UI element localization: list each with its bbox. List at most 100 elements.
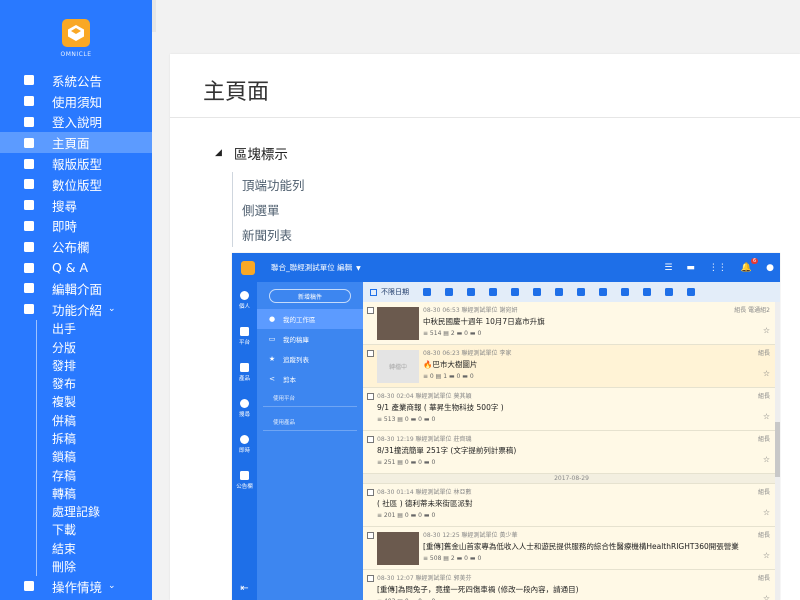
row-role-tag: 組長 [757,393,770,400]
sidebar-item-3[interactable]: 主頁面 [0,132,152,154]
pen-icon [22,281,36,295]
apps-icon: ⋮⋮ [708,262,727,273]
row-meta: 08-30 06:23 聯經測試單位 李家 [423,350,512,357]
submenu-item-10[interactable]: 處理記錄 [37,503,152,521]
app-toolbar: 不限日期 [363,282,780,302]
list-item: 08-30 02:04 聯經測試單位 莫其穎 9/1 產業商報 ( 華昇生物科技 … [363,388,780,431]
submenu-item-7[interactable]: 鎖稿 [37,448,152,466]
rail-item-platform: 平台 [232,318,257,354]
submenu-item-6[interactable]: 拆稿 [37,429,152,447]
top-bar [152,0,800,32]
sidebar-item-11[interactable]: 功能介紹 ⌄ [0,299,152,320]
app-rail: 個人 平台 產品 搜尋 即時 公告欄 ⇤ [232,282,257,600]
row-meta: 08-30 12:25 聯經測試單位 黃少華 [423,532,518,539]
submenu-item-5[interactable]: 併稿 [37,411,152,429]
calendar-icon [370,288,377,296]
unit-selector: 聯合_聯經測試單位 編輯 ▼ [271,263,361,272]
sidebar-item-2[interactable]: 登入說明 [0,112,152,133]
app-screenshot: 聯合_聯經測試單位 編輯 ▼ ☰ ▬ ⋮⋮ 🔔 6 ● 個人 平台 產品 搜尋 即時… [232,253,780,600]
submenu-item-9[interactable]: 轉稿 [37,484,152,502]
calendar-icon [22,261,36,275]
row-role-tag: 組長 [757,350,770,357]
star-icon: ★ [268,355,276,363]
sidebar-item-1[interactable]: 使用須知 [0,91,152,112]
rail-item-personal: 個人 [232,282,257,318]
panel-section-product: 使用產品 [263,413,357,431]
sidebar-item-8[interactable]: 公布欄 [0,236,152,257]
sidebar-item-label: 功能介紹 [52,302,103,318]
brand-logo[interactable]: OMNICLE [0,0,152,70]
login-icon [22,115,36,129]
star-icon: ☆ [762,594,770,600]
info-icon [22,94,36,108]
app-side-panel: 新增稿件 ● 我的工作區 ▭ 我的稿庫 ★ 追蹤列表 < 剪本 使用平台 使用產品 [257,282,363,600]
row-checkbox [367,393,374,400]
notification-badge: 6 [750,257,759,264]
upload-icon [533,288,541,296]
submenu-item-11[interactable]: 下載 [37,521,152,539]
sidebar-item-label: 登入說明 [52,115,103,131]
main-content: 主頁面 ◢ 區塊標示 頂端功能列 側選單 新聞列表 聯合_聯經測試單位 編輯 ▼ … [170,54,800,600]
user-icon [240,290,249,300]
sidebar-item-6[interactable]: 搜尋 [0,195,152,216]
page-title: 主頁面 [203,80,270,105]
export-icon [511,288,519,296]
submenu-item-8[interactable]: 存稿 [37,466,152,484]
grid-icon [22,177,36,191]
sidebar-item-0[interactable]: 系統公告 [0,70,152,91]
news-thumbnail [377,307,419,340]
news-thumbnail-placeholder: 轉檔中 [377,350,419,383]
row-role-tag: 組長 [757,489,770,496]
rail-item-product: 產品 [232,354,257,390]
toc-item-news-list[interactable]: 新聞列表 [233,222,305,247]
row-stats: ≡ 0 ▤ 1 ▬ 0 ▬ 0 [423,373,474,380]
submenu-item-12[interactable]: 結束 [37,539,152,557]
row-role-tag: 組長 電通組2 [734,307,770,314]
submenu-item-4[interactable]: 複製 [37,393,152,411]
fork-icon [577,288,585,296]
sidebar-item-7[interactable]: 即時 [0,216,152,237]
sidebar-item-4[interactable]: 報版版型 [0,153,152,174]
row-checkbox [367,575,374,582]
panel-item-library: ▭ 我的稿庫 [268,335,309,344]
row-stats: ≡ 508 ▤ 2 ▬ 0 ▬ 0 [423,555,482,562]
star-icon: ☆ [762,508,770,517]
submenu-item-13[interactable]: 刪除 [37,557,152,575]
collapse-arrow-icon: ⇤ [240,583,249,594]
submenu-item-1[interactable]: 分版 [37,338,152,356]
row-title: 9/1 產業商報 ( 華昇生物科技 500字 ) [377,403,504,412]
sidebar-item-label: Q & A [52,260,89,276]
sidebar-item-label: 公布欄 [52,240,90,256]
sidebar-item-scenarios[interactable]: 操作情境 ⌄ [0,576,152,597]
monitor-icon: ▭ [268,335,276,343]
row-title: [重傳]舊金山首家專為低收入人士和遊民提供服務的綜合性醫療機構HealthRIG… [423,542,739,551]
row-title: [重傳]為問兔子，竟撞一死四傷車禍 (修改一段內容，請通目) [377,585,579,594]
submenu-item-3[interactable]: 發布 [37,374,152,392]
row-checkbox [367,532,374,539]
chevron-down-icon: ⌄ [108,581,116,592]
row-meta: 08-30 02:04 聯經測試單位 莫其穎 [377,393,472,400]
lock-icon [599,288,607,296]
row-meta: 08-30 12:07 聯經測試單位 郭美芬 [377,575,472,582]
menu-icon: ▬ [686,262,695,273]
row-title: 🔥巴市大樹圖片 [423,360,478,369]
merge-icon [467,288,475,296]
rail-item-realtime: 即時 [232,426,257,462]
sidebar-item-label: 即時 [52,219,78,235]
submenu-item-2[interactable]: 發排 [37,356,152,374]
toc-item-top-toolbar[interactable]: 頂端功能列 [233,172,305,197]
share-icon: < [269,375,275,383]
submenu-function-intro: 出手 分版 發排 發布 複製 併稿 拆稿 鎖稿 存稿 轉稿 處理記錄 下載 結束 刪除 [36,319,152,576]
submenu-item-0[interactable]: 出手 [37,320,152,338]
row-meta: 08-30 06:53 聯經測試單位 謝宛妍 [423,307,518,314]
sidebar-item-10[interactable]: 編輯介面 [0,278,152,299]
toc-item-side-menu[interactable]: 側選單 [233,197,305,222]
section-toggle[interactable]: ◢ 區塊標示 [215,143,288,163]
app-top-bar: 聯合_聯經測試單位 編輯 ▼ ☰ ▬ ⋮⋮ 🔔 6 ● [232,253,780,282]
sidebar-item-5[interactable]: 數位版型 [0,174,152,195]
building-icon [240,326,249,336]
star-icon: ☆ [762,455,770,464]
row-stats: ≡ 201 ▤ 0 ▬ 0 ▬ 0 [377,512,436,519]
sidebar-item-9[interactable]: Q & A [0,257,152,278]
list-scrollbar [775,302,780,600]
